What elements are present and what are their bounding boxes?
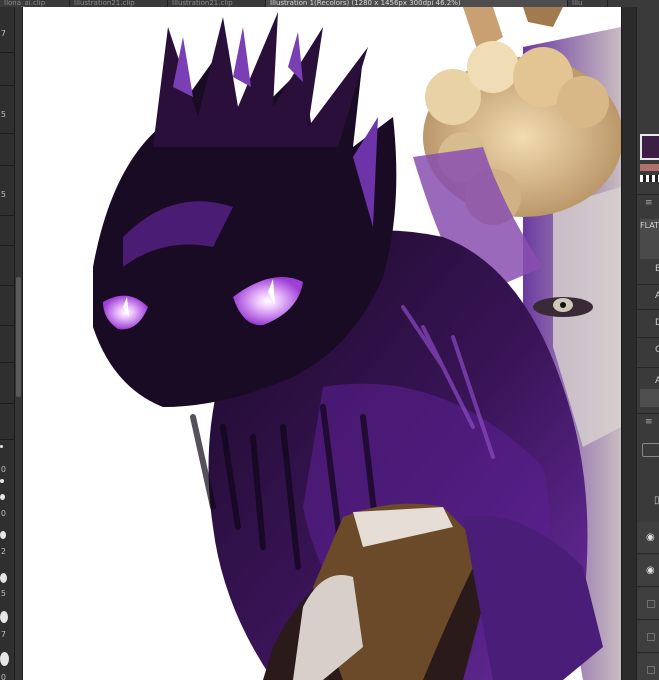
scrollbar-thumb[interactable] <box>16 277 21 397</box>
brush-size-dot[interactable] <box>0 494 5 500</box>
eye-icon[interactable]: ◉ <box>646 565 655 576</box>
divider <box>0 52 14 53</box>
panel-row-label: A <box>655 376 659 386</box>
brush-size-dot[interactable] <box>0 531 6 539</box>
brush-size-label: 0 <box>0 673 6 680</box>
divider <box>0 133 14 134</box>
brush-size-label: 0 <box>0 509 6 518</box>
divider <box>637 309 659 310</box>
brush-size-label: 5 <box>0 190 6 199</box>
layer-mask-icon[interactable] <box>642 443 659 457</box>
divider <box>0 325 14 326</box>
visibility-box[interactable] <box>647 666 655 674</box>
palette-header-label: FLAT <box>640 221 659 230</box>
menu-icon[interactable]: ≡ <box>645 199 653 208</box>
brush-size-dot[interactable] <box>0 445 3 448</box>
divider <box>0 439 14 440</box>
divider <box>637 337 659 338</box>
document-tab[interactable]: Illustration21.clip <box>70 0 168 7</box>
drawing-canvas[interactable] <box>23 7 621 680</box>
brush-size-label: 7 <box>0 29 6 38</box>
divider <box>637 413 659 414</box>
artwork <box>93 7 621 680</box>
document-tab[interactable]: Ilona_ai.clip <box>0 0 70 7</box>
document-tab[interactable]: Illustration21.clip <box>168 0 266 7</box>
brush-size-dot[interactable] <box>0 652 9 666</box>
divider <box>0 215 14 216</box>
document-tab[interactable]: Illu <box>568 0 608 7</box>
panel-row-label: B <box>655 264 659 274</box>
main-color-swatch[interactable] <box>640 134 659 160</box>
divider <box>637 367 659 368</box>
brush-size-dot[interactable] <box>0 479 4 483</box>
document-tab-active[interactable]: Illustration 1(Recolors) (1280 x 1456px … <box>266 0 568 7</box>
brush-size-label: 0 <box>0 465 6 474</box>
divider <box>0 165 14 166</box>
palette-header[interactable]: FLAT <box>640 219 659 259</box>
layer-row[interactable]: ◉ <box>637 522 659 554</box>
brush-size-label: 2 <box>0 547 6 556</box>
panel-button[interactable] <box>640 389 659 407</box>
brush-size-panel: 7 5 5 0 0 2 5 7 0 <box>0 7 15 680</box>
layer-row[interactable] <box>637 654 659 680</box>
lock-icon[interactable]: ▯ <box>654 495 659 506</box>
divider <box>0 362 14 363</box>
panel-row-label: A <box>655 291 659 301</box>
eye-icon[interactable]: ◉ <box>646 532 655 543</box>
visibility-box[interactable] <box>647 633 655 641</box>
left-scrollbar[interactable] <box>15 7 23 680</box>
divider <box>0 403 14 404</box>
brush-size-label: 7 <box>0 630 6 639</box>
sub-color-swatch[interactable] <box>640 164 659 171</box>
layer-row[interactable] <box>637 621 659 653</box>
visibility-box[interactable] <box>647 600 655 608</box>
canvas-vertical-scrollbar[interactable] <box>621 7 636 680</box>
document-tab-bar: Ilona_ai.clip Illustration21.clip Illust… <box>0 0 659 7</box>
brush-size-label: 5 <box>0 110 6 119</box>
layer-menu-icon[interactable]: ≡ <box>645 418 653 427</box>
brush-size-dot[interactable] <box>0 573 7 583</box>
transparent-color-swatch[interactable] <box>640 175 659 182</box>
right-side-panel: ≡ FLAT B A D C A ≡ ▯ ◉ ◉ <box>636 7 659 680</box>
layer-row[interactable]: ◉ <box>637 555 659 587</box>
layer-row[interactable] <box>637 588 659 620</box>
panel-row-label: C <box>655 345 659 355</box>
divider <box>0 85 14 86</box>
brush-size-label: 5 <box>0 589 6 598</box>
panel-row-label: D <box>655 318 659 328</box>
divider <box>637 284 659 285</box>
divider <box>0 245 14 246</box>
divider <box>0 285 14 286</box>
brush-size-dot[interactable] <box>0 611 8 623</box>
divider <box>637 194 659 195</box>
